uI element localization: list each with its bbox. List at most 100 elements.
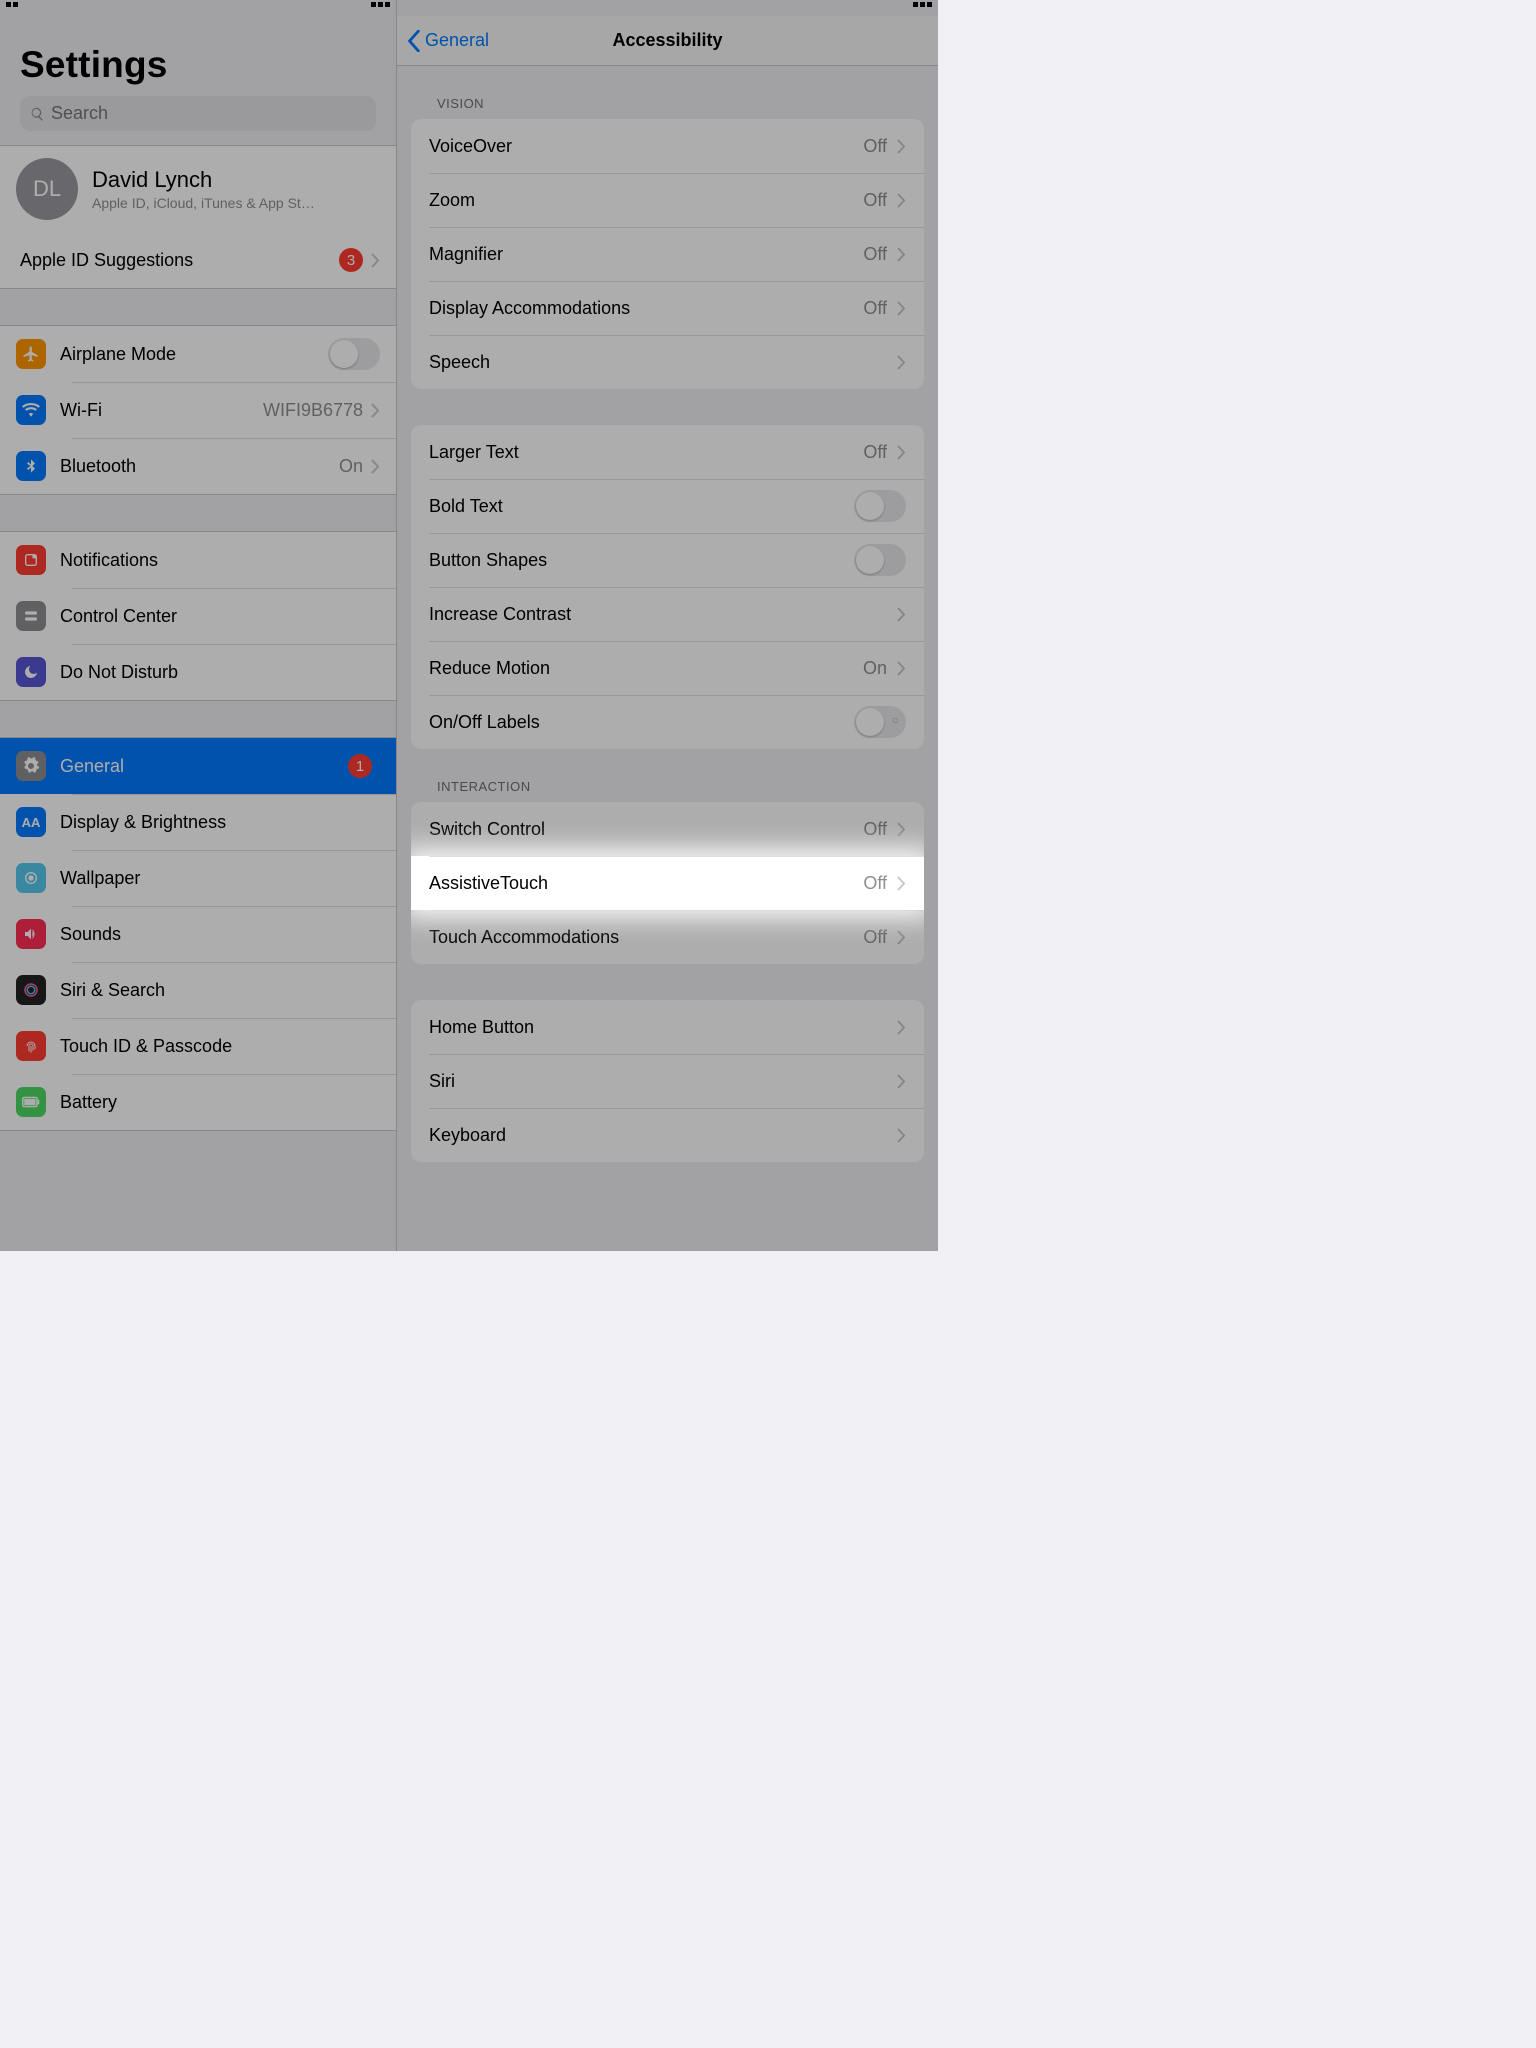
wallpaper-icon [16,863,46,893]
wallpaper-row[interactable]: Wallpaper [0,850,396,906]
text-group: Larger TextOff Bold Text Button Shapes I… [411,425,924,749]
wifi-label: Wi-Fi [60,400,263,421]
section-header-vision: VISION [397,66,938,119]
sounds-row[interactable]: Sounds [0,906,396,962]
general-label: General [60,756,348,777]
apple-id-suggestions-label: Apple ID Suggestions [20,250,339,271]
touchid-row[interactable]: Touch ID & Passcode [0,1018,396,1074]
speech-row[interactable]: Speech [411,335,924,389]
button-shapes-label: Button Shapes [429,550,854,571]
vision-group: VoiceOverOff ZoomOff MagnifierOff Displa… [411,119,924,389]
wifi-icon [16,395,46,425]
switch-control-row[interactable]: Switch ControlOff [411,802,924,856]
chevron-right-icon [371,459,380,474]
chevron-right-icon [897,247,906,262]
reduce-motion-row[interactable]: Reduce MotionOn [411,641,924,695]
control-center-label: Control Center [60,606,380,627]
voiceover-label: VoiceOver [429,136,863,157]
nav-title: Accessibility [612,30,722,51]
general-row[interactable]: General 1 [0,738,396,794]
wallpaper-label: Wallpaper [60,868,380,889]
airplane-label: Airplane Mode [60,344,328,365]
search-input[interactable] [51,103,366,124]
bold-text-toggle[interactable] [854,490,906,522]
touchid-label: Touch ID & Passcode [60,1036,380,1057]
apple-id-row[interactable]: DL David Lynch Apple ID, iCloud, iTunes … [0,146,396,232]
touch-acc-value: Off [863,927,887,948]
home-button-row[interactable]: Home Button [411,1000,924,1054]
badge: 3 [339,248,363,272]
keyboard-row[interactable]: Keyboard [411,1108,924,1162]
siri-detail-label: Siri [429,1071,897,1092]
chevron-right-icon [897,1128,906,1143]
zoom-value: Off [863,190,887,211]
page-title: Settings [0,16,396,96]
button-shapes-toggle[interactable] [854,544,906,576]
chevron-right-icon [897,822,906,837]
assistive-touch-row[interactable]: AssistiveTouchOff [411,856,924,910]
battery-row[interactable]: Battery [0,1074,396,1130]
detail-scroll[interactable]: VISION VoiceOverOff ZoomOff MagnifierOff… [397,66,938,1251]
home-button-label: Home Button [429,1017,897,1038]
display-label: Display & Brightness [60,812,380,833]
sounds-label: Sounds [60,924,380,945]
onoff-labels-row[interactable]: On/Off Labels [411,695,924,749]
chevron-right-icon [897,301,906,316]
chevron-right-icon [897,876,906,891]
airplane-icon [16,339,46,369]
larger-text-row[interactable]: Larger TextOff [411,425,924,479]
bluetooth-icon [16,451,46,481]
onoff-labels-toggle[interactable] [854,706,906,738]
detail-pane: General Accessibility VISION VoiceOverOf… [397,0,938,1251]
button-shapes-row[interactable]: Button Shapes [411,533,924,587]
airplane-toggle[interactable] [328,338,380,370]
interaction-group: Switch ControlOff AssistiveTouchOff Touc… [411,802,924,964]
zoom-row[interactable]: ZoomOff [411,173,924,227]
siri-detail-row[interactable]: Siri [411,1054,924,1108]
increase-contrast-row[interactable]: Increase Contrast [411,587,924,641]
notifications-row[interactable]: Notifications [0,532,396,588]
switch-control-label: Switch Control [429,819,863,840]
touch-accommodations-row[interactable]: Touch AccommodationsOff [411,910,924,964]
avatar: DL [16,158,78,220]
bold-text-label: Bold Text [429,496,854,517]
airplane-mode-row[interactable]: Airplane Mode [0,326,396,382]
dnd-label: Do Not Disturb [60,662,380,683]
siri-label: Siri & Search [60,980,380,1001]
magnifier-label: Magnifier [429,244,863,265]
reduce-motion-value: On [863,658,887,679]
control-center-row[interactable]: Control Center [0,588,396,644]
sounds-icon [16,919,46,949]
assistive-touch-value: Off [863,873,887,894]
bluetooth-value: On [339,456,363,477]
magnifier-value: Off [863,244,887,265]
display-icon: AA [16,807,46,837]
nav-bar: General Accessibility [397,16,938,66]
magnifier-row[interactable]: MagnifierOff [411,227,924,281]
battery-icon [16,1087,46,1117]
chevron-left-icon [407,30,421,52]
touch-acc-label: Touch Accommodations [429,927,863,948]
settings-split-view: Settings DL David Lynch Apple ID, iCloud… [0,0,938,1251]
dnd-row[interactable]: Do Not Disturb [0,644,396,700]
keyboard-label: Keyboard [429,1125,897,1146]
search-field[interactable] [20,96,376,131]
larger-text-label: Larger Text [429,442,863,463]
bold-text-row[interactable]: Bold Text [411,479,924,533]
wifi-row[interactable]: Wi-Fi WIFI9B6778 [0,382,396,438]
speech-label: Speech [429,352,897,373]
display-acc-value: Off [863,298,887,319]
chevron-right-icon [897,930,906,945]
apple-id-suggestions-row[interactable]: Apple ID Suggestions 3 [0,232,396,288]
reduce-motion-label: Reduce Motion [429,658,863,679]
wifi-value: WIFI9B6778 [263,400,363,421]
larger-text-value: Off [863,442,887,463]
status-bar [0,0,396,16]
voiceover-row[interactable]: VoiceOverOff [411,119,924,173]
display-row[interactable]: AA Display & Brightness [0,794,396,850]
bluetooth-row[interactable]: Bluetooth On [0,438,396,494]
siri-row[interactable]: Siri & Search [0,962,396,1018]
chevron-right-icon [897,355,906,370]
back-button[interactable]: General [407,30,489,52]
display-accommodations-row[interactable]: Display AccommodationsOff [411,281,924,335]
